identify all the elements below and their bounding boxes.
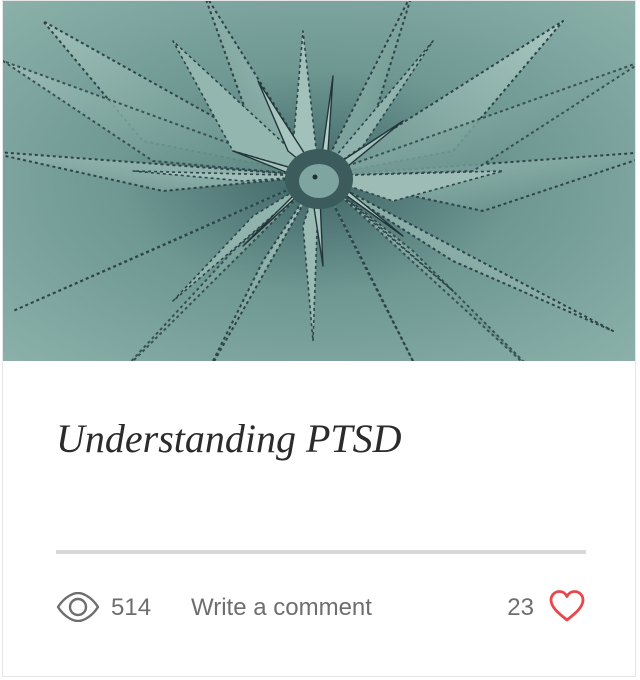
eye-icon: [56, 591, 100, 623]
post-title[interactable]: Understanding PTSD: [56, 411, 402, 467]
likes-count: 23: [507, 594, 534, 621]
agave-plant-image: [3, 1, 635, 361]
post-card[interactable]: Understanding PTSD 514 Write a comment 2…: [2, 0, 636, 677]
cover-image[interactable]: [3, 1, 635, 361]
heart-icon[interactable]: [548, 589, 586, 623]
post-stats: 514 Write a comment 23: [56, 586, 586, 630]
views-count: 514: [111, 594, 152, 621]
write-comment-link[interactable]: Write a comment: [191, 594, 372, 622]
divider: [56, 550, 586, 554]
